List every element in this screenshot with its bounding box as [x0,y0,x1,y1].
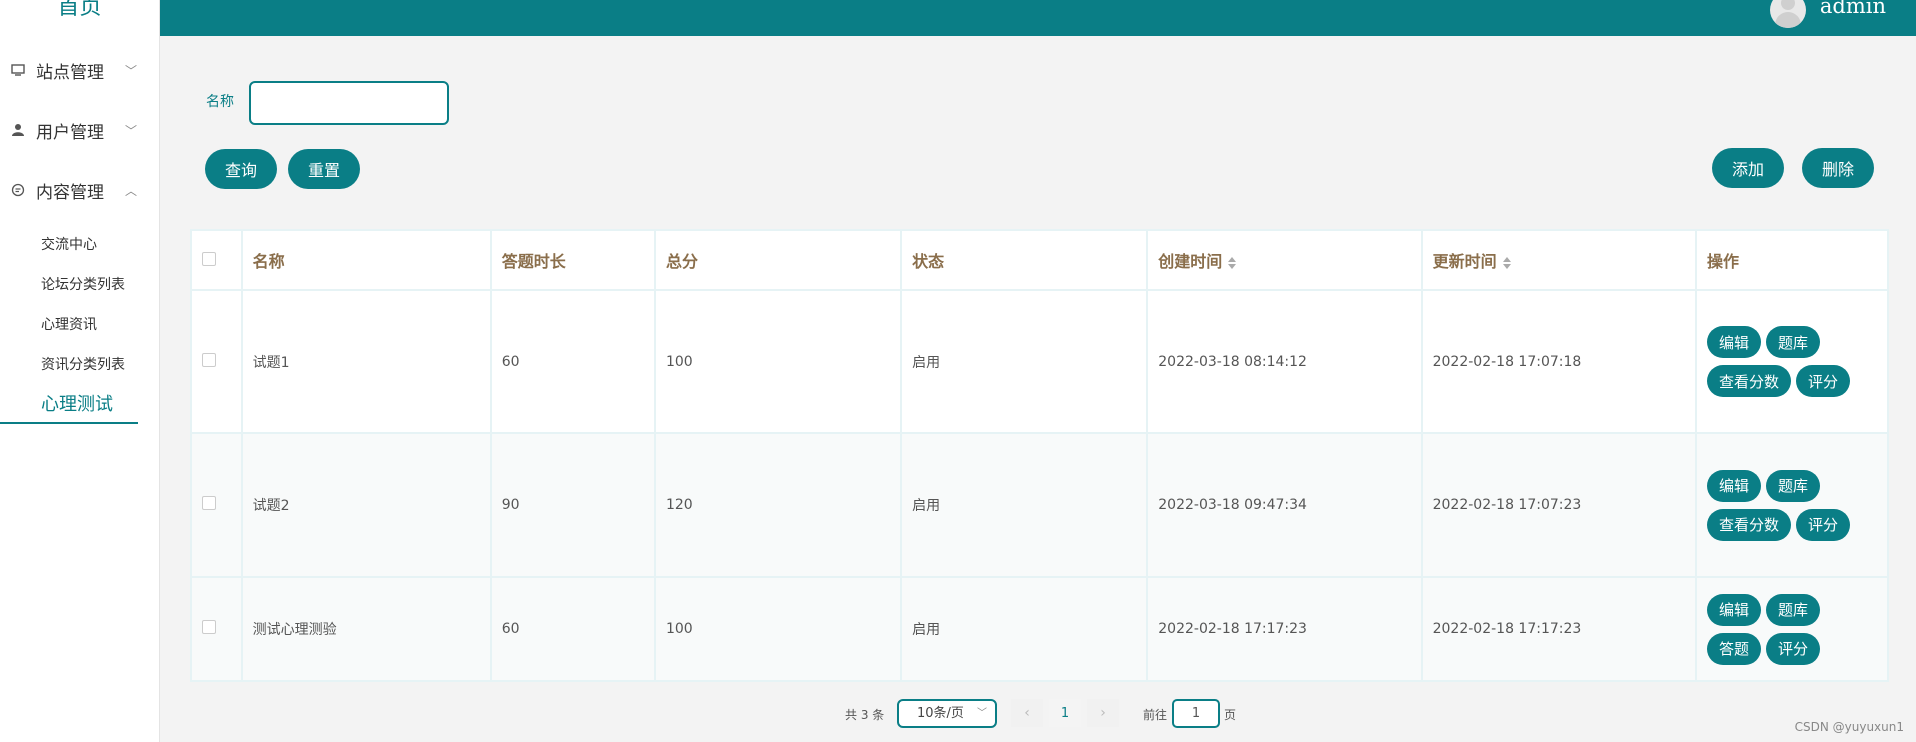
grade-button[interactable]: 评分 [1795,508,1850,541]
watermark: CSDN @yuyuxun1 [1794,720,1904,734]
edit-button[interactable]: 编辑 [1706,593,1761,626]
edit-button[interactable]: 编辑 [1706,469,1761,502]
chevron-down-icon: ﹀ [124,64,137,78]
header-score: 总分 [653,229,903,291]
home-logo[interactable]: 首页 [0,0,159,20]
header-actions: 操作 [1694,229,1890,291]
menu-user-management-label: 用户管理 [36,122,104,143]
view-scores-button[interactable]: 查看分数 [1706,365,1791,397]
cell-updated: 2022-02-18 17:07:23 [1420,432,1697,578]
row-checkbox[interactable] [202,352,216,367]
row-checkbox[interactable] [202,496,216,510]
table-row: 测试心理测验 60 100 启用 2022-02-18 17:17:23 202… [190,576,1890,682]
goto-page-input[interactable]: 1 [1172,699,1220,728]
cell-actions: 编辑 题库 答题 评分 [1694,576,1890,682]
cell-created: 2022-02-18 17:17:23 [1146,576,1423,682]
chevron-up-icon: ︿ [124,184,137,198]
cell-score: 100 [653,289,903,434]
cell-status: 启用 [900,432,1149,578]
sidebar-item-forum-category[interactable]: 论坛分类列表 [0,264,159,304]
cell-created: 2022-03-18 08:14:12 [1146,289,1423,434]
cell-updated: 2022-02-18 17:17:23 [1420,576,1697,682]
chat-icon [10,182,26,198]
search-name-input[interactable] [249,81,449,125]
header-duration: 答题时长 [489,229,656,291]
avatar[interactable] [1770,0,1806,28]
delete-button[interactable]: 删除 [1802,148,1874,188]
pagination: 共 3 条 10条/页 ﹀ ‹ 1 › 前往 1 页 [0,699,1916,729]
edit-button[interactable]: 编辑 [1706,326,1761,358]
sort-icon[interactable] [1228,256,1237,269]
question-bank-button[interactable]: 题库 [1765,593,1820,626]
cell-duration: 90 [489,432,656,578]
row-checkbox[interactable] [202,620,216,634]
cell-name: 试题1 [240,289,492,434]
menu-content-management[interactable]: 内容管理 ︿ [0,160,159,220]
chevron-down-icon: ﹀ [977,708,987,719]
page-size-select[interactable]: 10条/页 ﹀ [897,699,997,728]
grade-button[interactable]: 评分 [1765,632,1820,665]
sidebar: 首页 站点管理 ﹀ 用户管理 ﹀ 内容管理 ︿ 交流中心 论坛分类列表 心理资讯… [0,0,160,742]
page-number[interactable]: 1 [1049,699,1081,727]
cell-actions: 编辑 题库 查看分数 评分 [1694,432,1890,578]
prev-page-button[interactable]: ‹ [1011,699,1043,727]
page-size-value: 10条/页 [917,706,964,721]
content-submenu: 交流中心 论坛分类列表 心理资讯 资讯分类列表 心理测试 [0,220,159,424]
sort-icon[interactable] [1502,256,1511,269]
menu-user-management[interactable]: 用户管理 ﹀ [0,100,159,160]
question-bank-button[interactable]: 题库 [1765,469,1820,502]
total-count: 共 3 条 [845,708,885,722]
header-name: 名称 [240,229,492,291]
menu-site-management[interactable]: 站点管理 ﹀ [0,40,159,100]
monitor-icon [10,62,26,78]
user-icon [10,122,26,138]
next-page-button[interactable]: › [1087,699,1119,727]
grade-button[interactable]: 评分 [1795,365,1850,397]
goto-label: 前往 [1143,708,1168,722]
page-unit-label: 页 [1224,708,1237,722]
cell-duration: 60 [489,576,656,682]
menu-site-management-label: 站点管理 [36,62,104,83]
cell-score: 100 [653,576,903,682]
sidebar-item-exchange-center[interactable]: 交流中心 [0,224,159,264]
sidebar-item-news-category[interactable]: 资讯分类列表 [0,344,159,384]
header-created-label: 创建时间 [1158,252,1223,271]
add-button[interactable]: 添加 [1712,148,1784,188]
data-table: 名称 答题时长 总分 状态 创建时间 更新时间 操作 试题1 60 100 启用… [190,229,1890,682]
header-updated-label: 更新时间 [1432,252,1497,271]
query-button[interactable]: 查询 [205,149,277,189]
header-updated[interactable]: 更新时间 [1420,229,1697,291]
chevron-down-icon: ﹀ [124,124,137,138]
cell-duration: 60 [489,289,656,434]
question-bank-button[interactable]: 题库 [1765,326,1820,358]
answer-button[interactable]: 答题 [1706,632,1761,665]
table-row: 试题1 60 100 启用 2022-03-18 08:14:12 2022-0… [190,289,1890,434]
cell-created: 2022-03-18 09:47:34 [1146,432,1423,578]
select-all-checkbox[interactable] [202,251,216,266]
cell-score: 120 [653,432,903,578]
table-header-row: 名称 答题时长 总分 状态 创建时间 更新时间 操作 [190,229,1890,291]
sidebar-item-psych-news[interactable]: 心理资讯 [0,304,159,344]
table-row: 试题2 90 120 启用 2022-03-18 09:47:34 2022-0… [190,432,1890,578]
menu-content-management-label: 内容管理 [36,182,104,203]
sidebar-item-psych-test[interactable]: 心理测试 [0,384,138,424]
username[interactable]: admin [1820,0,1886,18]
header-created[interactable]: 创建时间 [1146,229,1423,291]
cell-status: 启用 [900,576,1149,682]
top-bar: admin [160,0,1916,36]
cell-name: 试题2 [240,432,492,578]
select-all-cell [190,229,243,291]
cell-status: 启用 [900,289,1149,434]
view-scores-button[interactable]: 查看分数 [1706,508,1791,541]
reset-button[interactable]: 重置 [288,149,360,189]
cell-updated: 2022-02-18 17:07:18 [1420,289,1697,434]
cell-name: 测试心理测验 [240,576,492,682]
search-name-label: 名称 [206,94,234,110]
header-status: 状态 [900,229,1149,291]
cell-actions: 编辑 题库 查看分数 评分 [1694,289,1890,434]
